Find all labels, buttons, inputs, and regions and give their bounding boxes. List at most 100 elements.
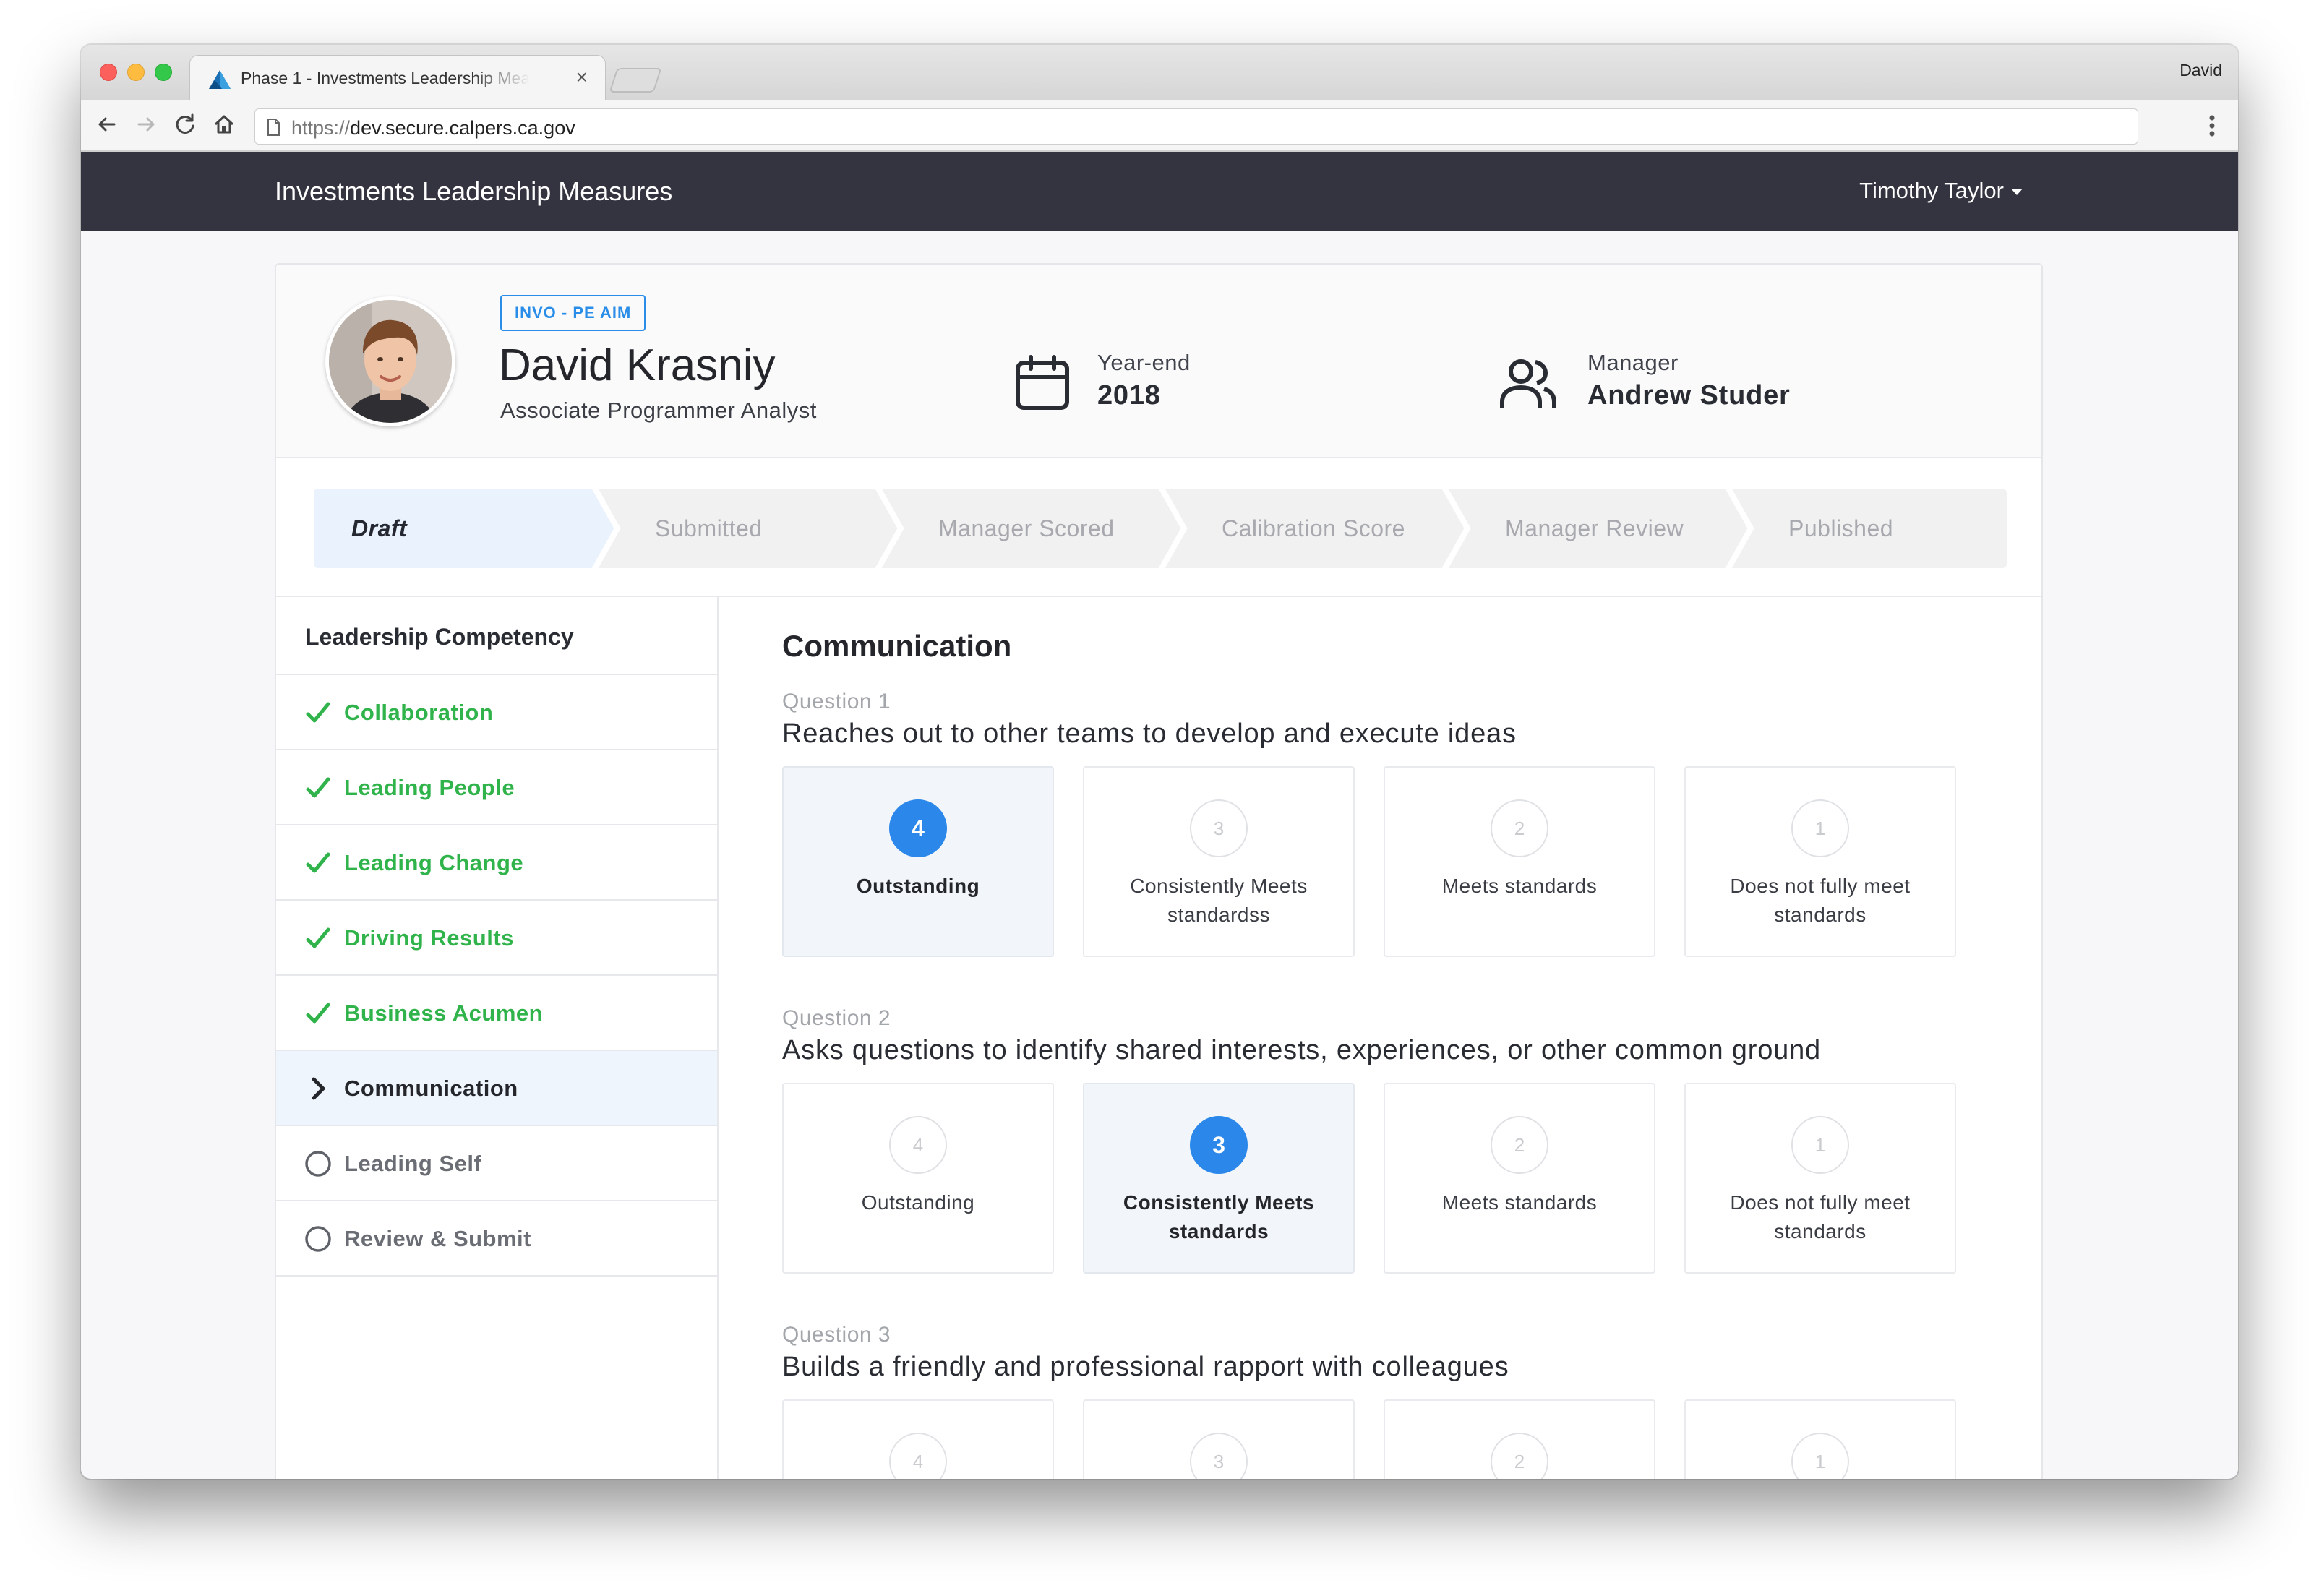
zoom-window-button[interactable] <box>155 64 172 81</box>
rating-number: 2 <box>1491 1433 1548 1479</box>
question-text: Reaches out to other teams to develop an… <box>782 718 1517 749</box>
question-text: Asks questions to identify shared intere… <box>782 1035 1821 1065</box>
rating-label: Meets standards <box>1441 1191 1598 1214</box>
manager-value: Andrew Studer <box>1587 380 1791 411</box>
user-name: Timothy Taylor <box>1859 178 2004 203</box>
employee-profile-header: INVO - PE AIM David Krasniy Associate Pr… <box>276 265 2041 458</box>
workflow-steps: Draft Submitted Manager Scored Calibrati… <box>314 489 2007 568</box>
step-manager-review[interactable]: Manager Review <box>1505 489 1684 568</box>
question-text: Builds a friendly and professional rappo… <box>782 1352 1509 1382</box>
sidebar-item-driving-results[interactable]: Driving Results <box>276 901 717 976</box>
step-published[interactable]: Published <box>1788 489 1893 568</box>
sidebar-heading: Leadership Competency <box>276 597 717 675</box>
question-label: Question 1 <box>782 690 891 713</box>
rating-option-outstanding[interactable]: 4 <box>782 1399 1054 1479</box>
step-draft[interactable]: Draft <box>351 489 407 568</box>
rating-number: 4 <box>889 1433 947 1479</box>
check-icon <box>306 1003 330 1024</box>
question-1: Question 1 Reaches out to other teams to… <box>782 690 2011 957</box>
sidebar-item-business-acumen[interactable]: Business Acumen <box>276 976 717 1051</box>
step-manager-scored[interactable]: Manager Scored <box>938 489 1115 568</box>
rating-number: 2 <box>1491 1116 1548 1174</box>
sidebar-item-review-submit[interactable]: Review & Submit <box>276 1201 717 1277</box>
browser-window: Phase 1 - Investments Leadership Measure… <box>81 45 2238 1479</box>
rating-option-does-not-meet[interactable]: 1 Does not fully meet standards <box>1684 766 1956 957</box>
sidebar-item-leading-change[interactable]: Leading Change <box>276 825 717 901</box>
manager-label: Manager <box>1587 350 1679 375</box>
minimize-window-button[interactable] <box>127 64 145 81</box>
rating-option-consistently-meets[interactable]: 3 <box>1083 1399 1355 1479</box>
sidebar-item-communication[interactable]: Communication <box>276 1051 717 1126</box>
rating-option-meets[interactable]: 2 <box>1384 1399 1655 1479</box>
tab-close-icon[interactable]: × <box>576 66 588 89</box>
step-submitted[interactable]: Submitted <box>655 489 763 568</box>
favicon-icon <box>209 70 231 89</box>
browser-tab[interactable]: Phase 1 - Investments Leadership Measure… <box>189 55 606 100</box>
sidebar-item-collaboration[interactable]: Collaboration <box>276 675 717 750</box>
questions-panel: Communication Question 1 Reaches out to … <box>719 597 2041 1479</box>
sidebar-item-leading-people[interactable]: Leading People <box>276 750 717 825</box>
rating-number: 2 <box>1491 799 1548 857</box>
address-bar[interactable]: https://dev.secure.calpers.ca.gov <box>254 108 2138 145</box>
sidebar-item-label: Driving Results <box>344 925 514 951</box>
app-brand[interactable]: Investments Leadership Measures <box>275 176 672 207</box>
url-host: dev.secure.calpers.ca.gov <box>350 117 575 139</box>
rating-label: Does not fully meet standards <box>1730 1191 1911 1243</box>
rating-options: 4 Outstanding 3 Consistently Meets stand… <box>782 1083 2011 1274</box>
rating-option-outstanding[interactable]: 4 Outstanding <box>782 766 1054 957</box>
rating-label: Meets standards <box>1441 875 1598 897</box>
check-icon <box>306 927 330 948</box>
empty-circle-icon <box>305 1151 331 1177</box>
sidebar-item-label: Leading Self <box>344 1151 482 1176</box>
check-icon <box>306 852 330 873</box>
calendar-icon <box>1016 355 1069 410</box>
close-window-button[interactable] <box>100 64 117 81</box>
sidebar-item-leading-self[interactable]: Leading Self <box>276 1126 717 1201</box>
sidebar-item-label: Business Acumen <box>344 1000 544 1026</box>
rating-option-outstanding[interactable]: 4 Outstanding <box>782 1083 1054 1274</box>
steps-track <box>314 489 2007 568</box>
chevron-down-icon <box>2011 189 2023 196</box>
tab-title: Phase 1 - Investments Leadership Measure… <box>241 69 530 87</box>
step-chevrons <box>314 489 1754 568</box>
rating-option-consistently-meets[interactable]: 3 Consistently Meets standards <box>1083 1083 1355 1274</box>
rating-number: 3 <box>1190 1116 1248 1174</box>
browser-menu-icon[interactable] <box>2198 110 2226 142</box>
browser-toolbar: https://dev.secure.calpers.ca.gov <box>81 100 2238 152</box>
employee-title: Associate Programmer Analyst <box>500 398 817 423</box>
rating-number: 3 <box>1190 1433 1248 1479</box>
check-icon <box>306 702 330 723</box>
step-calibration-score[interactable]: Calibration Score <box>1222 489 1405 568</box>
rating-options: 4 3 2 1 <box>782 1399 2011 1479</box>
user-menu-dropdown[interactable]: Timothy Taylor <box>1859 178 2023 204</box>
rating-option-does-not-meet[interactable]: 1 Does not fully meet standards <box>1684 1083 1956 1274</box>
question-2: Question 2 Asks questions to identify sh… <box>782 1006 2011 1274</box>
forward-arrow-icon[interactable] <box>132 110 160 139</box>
reload-icon[interactable] <box>171 110 200 139</box>
rating-number: 4 <box>889 799 947 857</box>
sidebar-item-label: Leading Change <box>344 850 524 875</box>
rating-option-consistently-meets[interactable]: 3 Consistently Meets standardss <box>1083 766 1355 957</box>
rating-option-meets[interactable]: 2 Meets standards <box>1384 766 1655 957</box>
sidebar-item-label: Communication <box>344 1076 518 1101</box>
rating-label: Does not fully meet standards <box>1730 875 1911 926</box>
question-label: Question 2 <box>782 1006 891 1030</box>
year-end-label: Year-end <box>1097 350 1191 375</box>
browser-profile-name[interactable]: David <box>2179 61 2222 80</box>
back-arrow-icon[interactable] <box>93 110 121 139</box>
home-icon[interactable] <box>210 110 239 139</box>
sidebar-item-label: Leading People <box>344 775 515 800</box>
rating-option-meets[interactable]: 2 Meets standards <box>1384 1083 1655 1274</box>
avatar <box>325 296 455 426</box>
rating-label: Consistently Meets standardss <box>1130 875 1308 926</box>
rating-option-does-not-meet[interactable]: 1 <box>1684 1399 1956 1479</box>
rating-number: 1 <box>1791 1116 1849 1174</box>
new-tab-button[interactable] <box>609 68 662 93</box>
page-info-icon[interactable] <box>265 118 281 137</box>
empty-circle-icon <box>305 1226 331 1252</box>
question-3: Question 3 Builds a friendly and profess… <box>782 1323 2011 1479</box>
rating-number: 3 <box>1190 799 1248 857</box>
rating-number: 4 <box>889 1116 947 1174</box>
avatar-photo <box>329 300 452 423</box>
rating-number: 1 <box>1791 799 1849 857</box>
